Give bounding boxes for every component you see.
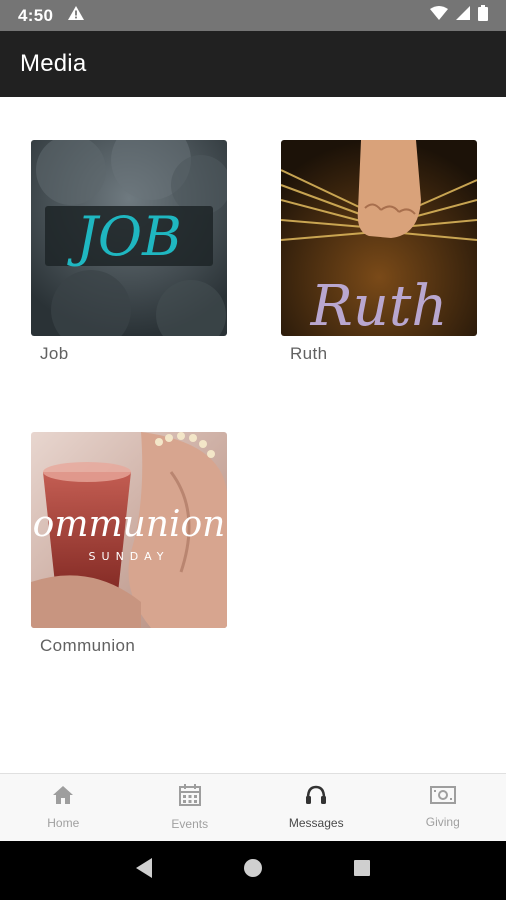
status-right [430, 5, 488, 26]
wifi-icon [430, 6, 448, 25]
home-icon [52, 785, 74, 810]
media-card-job[interactable]: JOB Job [31, 140, 227, 364]
media-label-ruth: Ruth [290, 344, 328, 363]
home-circle-icon[interactable] [242, 857, 264, 884]
job-artwork: JOB [31, 140, 227, 336]
nav-item-messages[interactable]: Messages [253, 774, 380, 841]
job-thumb-text: JOB [66, 205, 182, 268]
status-bar: 4:50 [0, 0, 506, 31]
bottom-nav: Home Events Messages Giving [0, 773, 506, 841]
media-card-ruth[interactable]: Ruth Ruth [281, 140, 477, 364]
media-label-communion: Communion [40, 636, 136, 655]
media-thumbnail-job[interactable]: JOB [31, 140, 227, 336]
ruth-thumb-text: Ruth [310, 274, 448, 336]
nav-label-messages: Messages [288, 816, 344, 830]
media-grid: JOB Job Ruth Ruth ommunion SUNDAY Commun… [0, 97, 506, 773]
signal-icon [456, 6, 470, 25]
back-icon[interactable] [134, 857, 154, 884]
nav-label-events: Events [171, 817, 209, 831]
headphones-icon [305, 785, 327, 810]
communion-artwork: ommunion SUNDAY [31, 432, 227, 628]
nav-label-giving: Giving [425, 815, 460, 829]
nav-item-giving[interactable]: Giving [380, 774, 506, 841]
communion-thumb-subtext: SUNDAY [89, 550, 170, 563]
communion-thumb-text: ommunion [33, 504, 226, 545]
alert-icon [67, 5, 85, 26]
media-thumbnail-communion[interactable]: ommunion SUNDAY [31, 432, 227, 628]
money-icon [429, 786, 456, 809]
app-bar: Media [0, 31, 506, 97]
status-left: 4:50 [18, 5, 85, 26]
page-title: Media [20, 50, 87, 77]
system-nav-bar [0, 841, 506, 900]
ruth-artwork: Ruth [281, 140, 477, 336]
nav-label-home: Home [47, 816, 80, 830]
nav-item-home[interactable]: Home [0, 774, 127, 841]
nav-item-events[interactable]: Events [127, 774, 254, 841]
media-label-job: Job [40, 344, 69, 363]
battery-icon [478, 5, 488, 26]
calendar-icon [178, 784, 201, 811]
media-thumbnail-ruth[interactable]: Ruth [281, 140, 477, 336]
media-card-communion[interactable]: ommunion SUNDAY Communion [31, 432, 227, 656]
status-time: 4:50 [18, 5, 54, 25]
recents-icon[interactable] [352, 858, 372, 883]
